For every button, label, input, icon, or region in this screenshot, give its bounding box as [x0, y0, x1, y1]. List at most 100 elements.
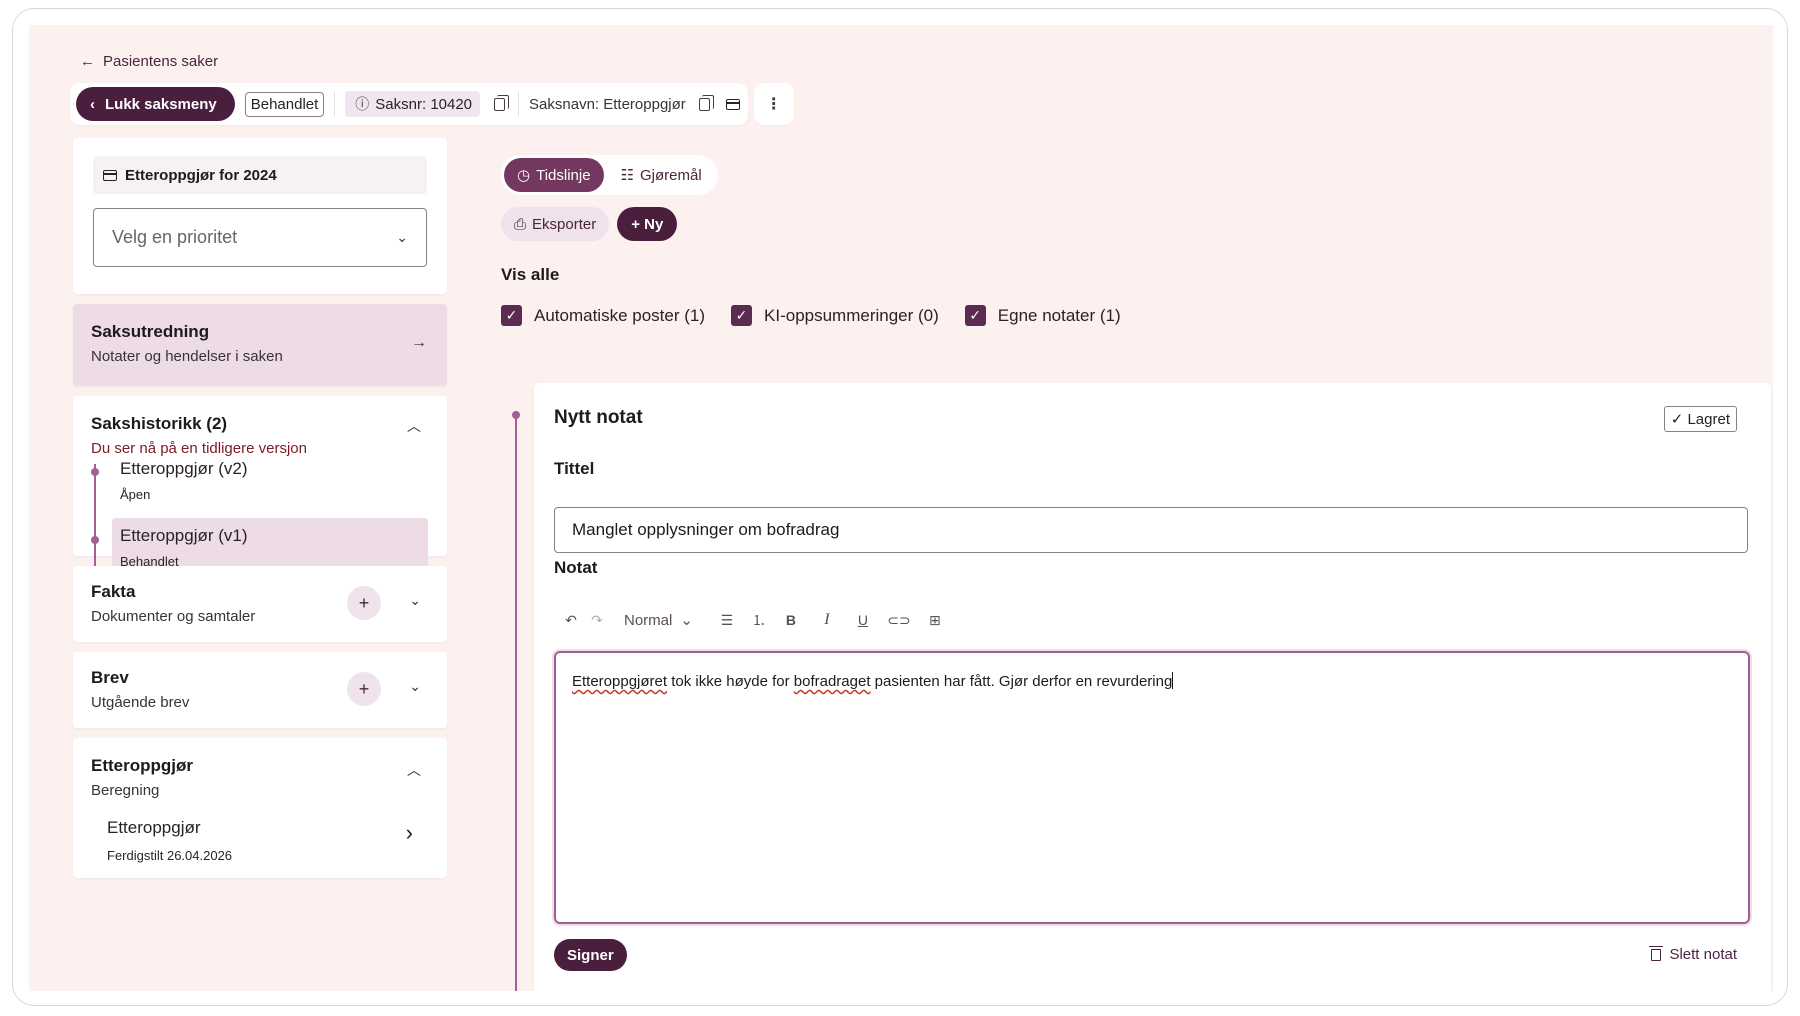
add-fact-button[interactable]: +: [347, 586, 381, 620]
copy-case-number-button[interactable]: [490, 94, 509, 113]
table-icon[interactable]: ⊞: [917, 605, 953, 635]
case-number-badge: ⓘ Saksnr: 10420: [345, 91, 481, 117]
numbered-list-icon[interactable]: ⒈: [745, 605, 773, 635]
text-format-select[interactable]: Normal ⌄: [610, 611, 709, 630]
copy-icon: [493, 94, 509, 111]
settlement-item[interactable]: Etteroppgjør Ferdigstilt 26.04.2026: [107, 818, 232, 863]
settlement-item-title: Etteroppgjør: [107, 818, 201, 837]
copy-icon: [699, 94, 715, 111]
chevron-down-icon: ⌄: [680, 612, 693, 629]
close-case-menu-label: Lukk saksmeny: [105, 95, 217, 113]
filter-label: Automatiske poster (1): [534, 305, 706, 325]
bold-icon[interactable]: B: [773, 605, 809, 635]
checkbox-checked-icon: ✓: [501, 305, 522, 326]
chevron-down-icon[interactable]: ⌄: [409, 592, 421, 609]
filter-own-notes[interactable]: ✓ Egne notater (1): [964, 305, 1121, 326]
printer-icon: ⎙: [514, 215, 527, 233]
card-button[interactable]: [724, 95, 742, 113]
filter-ai-summaries[interactable]: ✓ KI-oppsummeringer (0): [731, 305, 939, 326]
case-title-label: Etteroppgjør for 2024: [125, 166, 277, 184]
history-item-title: Etteroppgjør (v2): [120, 459, 248, 478]
sidebar: Etteroppgjør for 2024 Velg en prioritet …: [73, 138, 447, 888]
editor-toolbar: ↶ ↷ Normal ⌄ ☰ ⒈ B I U ⊂⊃ ⊞: [558, 605, 953, 635]
priority-select[interactable]: Velg en prioritet ⌄: [93, 208, 427, 267]
export-label: Eksporter: [532, 215, 597, 233]
case-topbar: ‹ Lukk saksmeny Behandlet ⓘ Saksnr: 1042…: [70, 83, 794, 125]
history-dot: [91, 468, 99, 476]
show-all-heading: Vis alle: [501, 265, 560, 284]
check-icon: ✓: [1670, 411, 1684, 428]
note-text: pasienten har fått. Gjør derfor en revur…: [870, 673, 1173, 690]
add-letter-button[interactable]: +: [347, 672, 381, 706]
more-vertical-icon: ⋮: [765, 96, 782, 113]
delete-note-label: Slett notat: [1669, 946, 1737, 963]
case-history-card: Sakshistorikk (2) Du ser nå på en tidlig…: [73, 396, 447, 588]
chevron-up-icon[interactable]: ︿: [407, 760, 421, 780]
timeline-line: [515, 416, 517, 991]
sidebar-item-facts[interactable]: Fakta Dokumenter og samtaler + ⌄: [73, 566, 447, 642]
filter-label: KI-oppsummeringer (0): [764, 305, 939, 325]
text-format-label: Normal: [624, 611, 673, 629]
investigation-title: Saksutredning: [91, 322, 210, 341]
export-button[interactable]: ⎙ Eksporter: [501, 207, 610, 241]
main-panel: ◷ Tidslinje ☷ Gjøremål ⎙ Eksporter + Ny …: [501, 155, 1121, 326]
history-dot: [91, 536, 99, 544]
undo-icon[interactable]: ↶: [558, 605, 584, 635]
history-title: Sakshistorikk (2): [91, 414, 228, 433]
back-link[interactable]: ← Pasientens saker: [80, 53, 218, 70]
checkbox-checked-icon: ✓: [731, 305, 753, 326]
window-frame: ← Pasientens saker ‹ Lukk saksmeny Behan…: [12, 8, 1788, 1006]
clock-icon: ◷: [517, 167, 531, 184]
history-item-status: Åpen: [120, 487, 151, 502]
redo-icon[interactable]: ↷: [584, 605, 610, 635]
sidebar-item-investigation[interactable]: Saksutredning Notater og hendelser i sak…: [73, 304, 447, 386]
delete-note-button[interactable]: Slett notat: [1649, 945, 1737, 963]
chevron-right-icon[interactable]: ›: [406, 820, 413, 846]
tab-tasks-label: Gjøremål: [640, 166, 702, 184]
note-field-label: Notat: [554, 558, 598, 577]
new-note-card: Nytt notat ✓ Lagret Tittel Manglet opply…: [534, 383, 1771, 991]
settlement-subtitle: Beregning: [91, 782, 160, 799]
italic-icon[interactable]: I: [809, 605, 845, 635]
more-menu-button[interactable]: ⋮: [753, 83, 794, 125]
chevron-down-icon[interactable]: ⌄: [409, 678, 421, 695]
investigation-subtitle: Notater og hendelser i saken: [91, 348, 283, 365]
sidebar-item-settlement: Etteroppgjør Beregning ︿ Etteroppgjør Fe…: [73, 738, 447, 878]
case-title: Etteroppgjør for 2024: [93, 156, 427, 194]
sidebar-item-letters[interactable]: Brev Utgående brev + ⌄: [73, 652, 447, 728]
settlement-title: Etteroppgjør: [91, 756, 193, 775]
card-icon: [725, 98, 740, 110]
history-item-title: Etteroppgjør (v1): [120, 526, 248, 545]
close-case-menu-button[interactable]: ‹ Lukk saksmeny: [76, 87, 235, 121]
underline-icon[interactable]: U: [845, 605, 881, 635]
checklist-icon: ☷: [620, 167, 635, 184]
arrow-right-icon: →: [411, 334, 427, 351]
trash-icon: [1649, 945, 1664, 961]
title-field-label: Tittel: [554, 459, 595, 478]
note-editor[interactable]: Etteroppgjøret tok ikke høyde for bofrad…: [554, 651, 1750, 924]
history-item-v2[interactable]: Etteroppgjør (v2) Åpen: [112, 451, 428, 510]
chevron-left-icon: ‹: [90, 95, 95, 113]
new-button[interactable]: + Ny: [617, 207, 678, 241]
bullet-list-icon[interactable]: ☰: [709, 605, 745, 635]
filter-automatic[interactable]: ✓ Automatiske poster (1): [501, 305, 705, 326]
priority-placeholder: Velg en prioritet: [112, 227, 238, 247]
case-header-card: Etteroppgjør for 2024 Velg en prioritet …: [73, 138, 447, 294]
chevron-up-icon[interactable]: ︿: [407, 416, 421, 436]
copy-case-name-button[interactable]: [696, 94, 715, 113]
note-text-misspelled: bofradraget: [793, 673, 871, 690]
checkbox-checked-icon: ✓: [964, 305, 986, 326]
timeline-actions: ⎙ Eksporter + Ny: [501, 207, 678, 241]
filter-checkboxes: ✓ Automatiske poster (1) ✓ KI-oppsummeri…: [501, 305, 1121, 326]
info-icon: ⓘ: [355, 96, 370, 112]
text-caret: [1172, 672, 1174, 689]
tab-timeline[interactable]: ◷ Tidslinje: [504, 158, 604, 192]
card-icon: [103, 169, 117, 181]
link-icon[interactable]: ⊂⊃: [881, 605, 917, 635]
note-heading: Nytt notat: [554, 407, 643, 428]
tab-tasks[interactable]: ☷ Gjøremål: [608, 158, 715, 192]
title-input[interactable]: Manglet opplysninger om bofradrag: [554, 507, 1748, 553]
sign-button[interactable]: Signer: [554, 939, 627, 971]
divider: [334, 92, 336, 116]
chevron-down-icon: ⌄: [396, 229, 408, 245]
